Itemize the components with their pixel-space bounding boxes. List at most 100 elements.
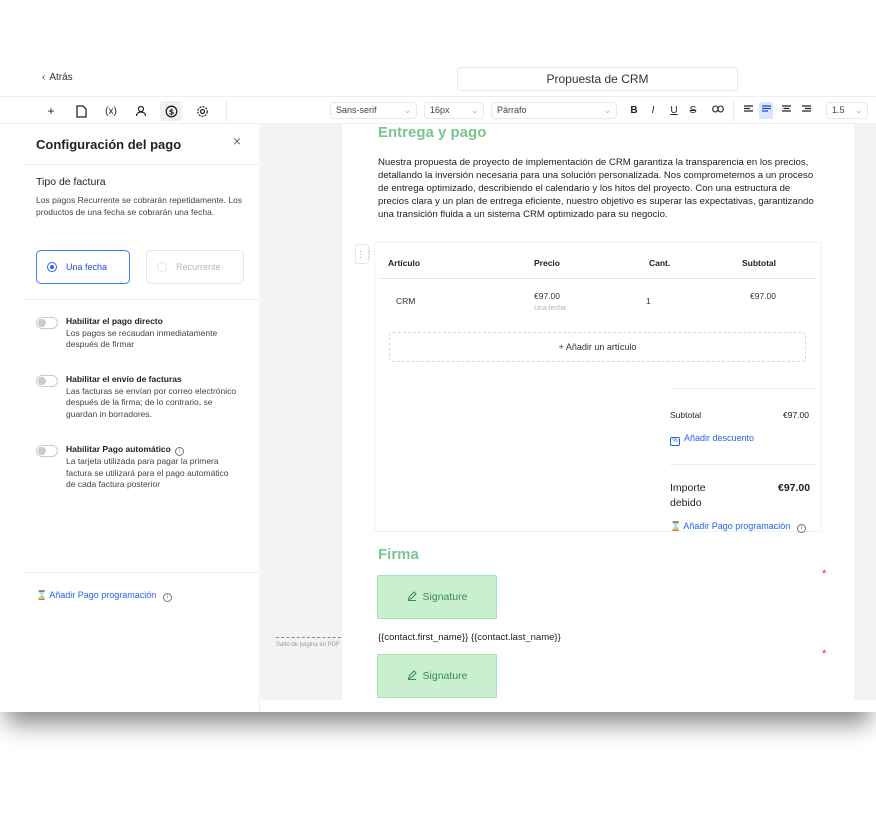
panel-title: Configuración del pago <box>36 137 182 152</box>
table-header-subtotal: Subtotal <box>742 258 776 268</box>
table-cell-qty[interactable]: 1 <box>646 296 651 306</box>
table-header-item: Artículo <box>388 258 421 268</box>
invoice-type-title: Tipo de factura <box>36 176 106 188</box>
toolbar-divider <box>226 101 227 121</box>
payment-settings-panel: Configuración del pago × Tipo de factura… <box>0 124 260 712</box>
chevron-down-icon: ⌄ <box>604 106 611 115</box>
table-header-divider <box>380 278 816 279</box>
radio-unselected-icon <box>157 262 167 272</box>
signature-field-2[interactable]: Signature <box>377 654 497 698</box>
plus-icon[interactable]: + <box>42 102 60 120</box>
add-discount-link[interactable]: % Añadir descuento <box>670 433 754 446</box>
chevron-down-icon: ⌄ <box>855 106 862 115</box>
toggle-description: Los pagos se recaudan inmediatamente des… <box>66 327 218 350</box>
payment-icon[interactable]: $ <box>160 101 182 121</box>
align-center-icon[interactable] <box>779 102 793 119</box>
chevron-down-icon: ⌄ <box>404 106 411 115</box>
title-bar: ‹ Atrás Propuesta de CRM <box>0 60 876 96</box>
table-cell-subtotal: €97.00 <box>750 291 776 301</box>
info-icon[interactable]: i <box>174 447 184 456</box>
back-button[interactable]: ‹ Atrás <box>42 72 73 83</box>
toggle-direct-payment-row: Habilitar el pago directo Los pagos se r… <box>36 316 238 351</box>
subtotal-label: Subtotal <box>670 410 702 420</box>
add-item-button[interactable]: + Añadir un artículo <box>389 332 806 362</box>
toggle-autopay-row: Habilitar Pago automático i La tarjeta ut… <box>36 444 238 491</box>
option-one-time[interactable]: Una fecha <box>36 250 130 284</box>
toggle-invoice-sending-row: Habilitar el envío de facturas Las factu… <box>36 374 238 420</box>
toggle-direct-payment-text: Habilitar el pago directo Los pagos se r… <box>66 316 238 351</box>
block-type-select[interactable]: Párrafo ⌄ <box>491 102 617 119</box>
hourglass-icon: ⌛ <box>36 590 48 600</box>
italic-button[interactable]: I <box>646 102 660 119</box>
option-one-time-label: Una fecha <box>66 262 108 272</box>
font-family-select[interactable]: Sans-serif ⌄ <box>330 102 417 119</box>
required-marker: * <box>822 568 827 580</box>
chevron-down-icon: ⌄ <box>471 106 478 115</box>
toggle-autopay[interactable] <box>36 445 58 457</box>
page-icon[interactable] <box>72 102 90 120</box>
align-left-icon[interactable] <box>741 102 755 119</box>
font-size-select[interactable]: 16px ⌄ <box>424 102 484 119</box>
required-marker: * <box>822 648 827 660</box>
add-payment-schedule-link[interactable]: ⌛ Añadir Pago programación i <box>36 590 172 602</box>
add-payment-schedule-doc-link[interactable]: ⌛ Añadir Pago programación i <box>670 521 806 533</box>
option-recurring[interactable]: Recurrente <box>146 250 244 284</box>
info-icon[interactable]: i <box>162 593 172 602</box>
pricing-table-block[interactable] <box>374 242 822 532</box>
hourglass-icon: ⌛ <box>670 521 682 531</box>
info-icon[interactable]: i <box>796 524 806 533</box>
toggle-title: Habilitar el envío de facturas <box>66 374 182 384</box>
option-recurring-label: Recurrente <box>176 262 221 272</box>
toggle-description: Las facturas se envían por correo electr… <box>66 385 237 419</box>
drag-handle-icon[interactable]: ⋮⋮ <box>355 244 374 264</box>
back-label: Atrás <box>49 72 73 83</box>
invoice-type-description: Los pagos Recurrente se cobrarán repetid… <box>36 195 243 217</box>
divider <box>22 299 259 300</box>
table-header-price: Precio <box>534 258 560 268</box>
close-icon[interactable]: × <box>233 133 241 149</box>
document-title-input[interactable]: Propuesta de CRM <box>457 67 738 91</box>
signature-heading[interactable]: Firma <box>378 546 419 563</box>
summary-divider <box>670 388 816 389</box>
amount-due-label: Importe debido <box>670 482 706 509</box>
toggle-title-wrap: Habilitar Pago automático i <box>66 444 238 456</box>
block-type-value: Párrafo <box>497 105 527 115</box>
table-cell-price[interactable]: €97.00 <box>534 291 560 301</box>
bold-button[interactable]: B <box>627 102 641 119</box>
toggle-autopay-text: Habilitar Pago automático i La tarjeta ut… <box>66 444 238 491</box>
line-height-value: 1.5 <box>832 105 845 115</box>
chevron-left-icon: ‹ <box>42 72 46 83</box>
gear-icon[interactable] <box>193 102 211 120</box>
toggle-direct-payment[interactable] <box>36 317 58 329</box>
toggle-title: Habilitar Pago automático <box>66 444 171 454</box>
align-justify-icon[interactable] <box>759 102 773 119</box>
strikethrough-button[interactable]: S <box>686 102 700 119</box>
canvas-footer <box>261 700 876 712</box>
signature-label: Signature <box>422 670 468 682</box>
amount-due-value: €97.00 <box>778 482 811 494</box>
font-family-value: Sans-serif <box>336 105 377 115</box>
align-right-icon[interactable] <box>799 102 813 119</box>
summary-divider <box>670 464 816 465</box>
section-heading-delivery[interactable]: Entrega y pago <box>378 124 486 141</box>
toolbar-divider <box>733 101 734 121</box>
editor-toolbar: + (x) $ Sans-serif ⌄ 16px ⌄ Párrafo ⌄ B … <box>0 96 876 124</box>
divider <box>22 164 259 165</box>
add-payment-schedule-doc-label: Añadir Pago programación <box>683 521 791 531</box>
user-icon[interactable] <box>132 102 150 120</box>
subtotal-value: €97.00 <box>783 410 809 420</box>
app-window: ‹ Atrás Propuesta de CRM + (x) $ Sans-se… <box>0 60 876 712</box>
signature-field-1[interactable]: Signature <box>377 575 497 619</box>
add-discount-label: Añadir descuento <box>684 433 755 443</box>
radio-selected-icon <box>47 262 57 272</box>
underline-button[interactable]: U <box>667 102 681 119</box>
contact-merge-fields[interactable]: {{contact.first_name}} {{contact.last_na… <box>378 632 561 643</box>
toggle-invoice-sending[interactable] <box>36 375 58 387</box>
table-cell-item[interactable]: CRM <box>396 296 415 306</box>
variable-icon[interactable]: (x) <box>102 102 120 120</box>
toggle-description: La tarjeta utilizada para pagar la prime… <box>66 456 229 489</box>
section-paragraph[interactable]: Nuestra propuesta de proyecto de impleme… <box>378 156 814 221</box>
pen-icon <box>407 669 417 683</box>
line-height-select[interactable]: 1.5 ⌄ <box>826 102 868 119</box>
link-icon[interactable] <box>711 102 725 119</box>
